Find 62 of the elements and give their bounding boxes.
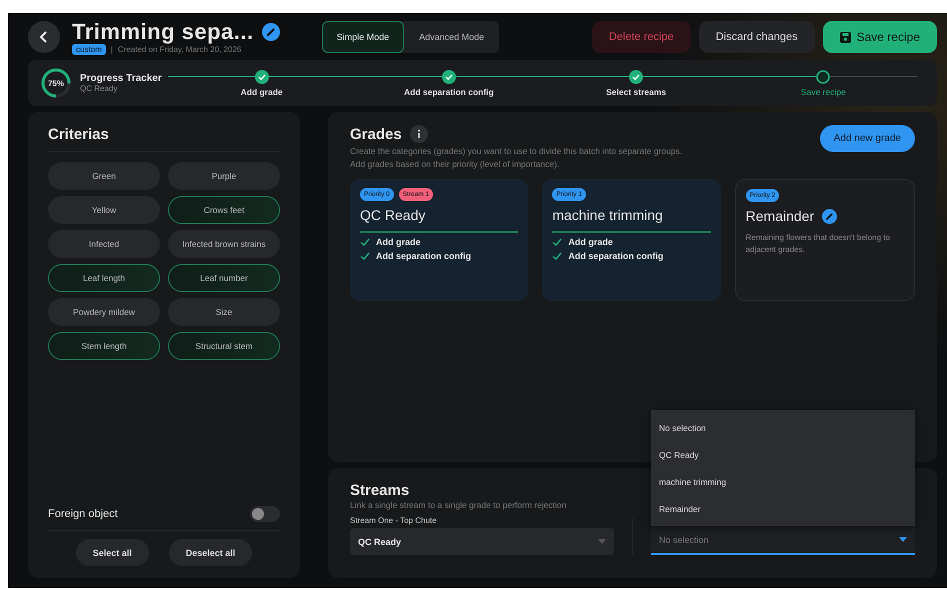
custom-tag: custom — [72, 44, 106, 54]
step-label: Add grade — [240, 86, 283, 96]
select-all-button[interactable]: Select all — [76, 539, 149, 566]
pencil-icon[interactable] — [822, 208, 838, 224]
dropdown-option[interactable]: Remainder — [651, 495, 915, 522]
save-icon — [840, 32, 851, 42]
step-label: Select streams — [606, 86, 666, 96]
criteria-chip[interactable]: Yellow — [48, 196, 160, 224]
dropdown-option[interactable]: machine trimming — [651, 468, 915, 495]
criteria-chip[interactable]: Stem length — [48, 332, 160, 360]
progress-subtitle: QC Ready — [80, 84, 118, 93]
criteria-chip[interactable]: Infected brown strains — [168, 230, 280, 258]
criteria-chip[interactable]: Powdery mildew — [48, 298, 160, 326]
toggle-label: Foreign object — [48, 508, 118, 520]
progress-title: Progress Tracker — [80, 73, 163, 84]
delete-button[interactable]: Delete recipe — [592, 21, 691, 53]
caret-icon — [899, 537, 907, 542]
criteria-chip[interactable]: Leaf length — [48, 264, 160, 292]
check-label: Add grade — [376, 237, 421, 247]
check-icon — [552, 237, 562, 247]
criteria-chip[interactable]: Infected — [48, 230, 160, 258]
dropdown-option[interactable]: No selection — [651, 414, 915, 441]
grade-description: Remaining flowers that doesn't belong to adjacent grades. — [746, 232, 891, 256]
grades-description: Create the categories (grades) you want to use to divide this batch into separate groups. Add grades based on their priority (level of importance). — [350, 145, 684, 171]
grade-name: machine trimming — [552, 207, 663, 223]
criteria-chip[interactable]: Purple — [168, 162, 280, 190]
grade-select[interactable]: QC Ready — [350, 528, 614, 555]
streams-heading: Streams — [350, 482, 410, 499]
dropdown-option[interactable]: QC Ready — [651, 441, 915, 468]
progress-percent: 75% — [46, 78, 65, 88]
step-label: Add separation config — [404, 86, 494, 96]
separator: | — [110, 44, 113, 54]
grades-heading: Grades — [350, 126, 402, 142]
toggle-switch[interactable] — [250, 506, 280, 522]
criteria-chip[interactable]: Size — [168, 298, 280, 326]
grade-name: Remainder — [746, 208, 814, 224]
discard-button[interactable]: Discard changes — [698, 21, 815, 53]
check-label: Add separation config — [568, 251, 664, 261]
step-label: Save recipe — [800, 86, 846, 96]
recipe-title: Trimming sepa... — [72, 20, 254, 44]
criteria-heading: Criterias — [48, 126, 110, 143]
deselect-all-button[interactable]: Deselect all — [168, 539, 252, 566]
criteria-chip[interactable]: Crows feet — [168, 196, 280, 224]
criteria-chip[interactable]: Leaf number — [168, 264, 280, 292]
mode-tab[interactable]: Advanced Mode — [404, 21, 500, 53]
check-label: Add grade — [568, 237, 613, 247]
check-icon — [552, 251, 562, 261]
caret-icon — [598, 539, 606, 544]
pencil-icon[interactable] — [262, 22, 280, 40]
save-button[interactable]: Save recipe — [822, 21, 937, 53]
criteria-chip[interactable]: Green — [48, 162, 160, 190]
grade-name: QC Ready — [360, 207, 426, 223]
grade-select[interactable]: No selection — [651, 526, 915, 555]
info-icon[interactable] — [410, 125, 428, 143]
add-grade-button[interactable]: Add new grade — [820, 125, 915, 152]
back-button[interactable] — [28, 21, 60, 53]
criteria-chip[interactable]: Structural stem — [168, 332, 280, 360]
created-date: Created on Friday, March 20, 2026 — [118, 44, 242, 54]
check-label: Add separation config — [376, 251, 472, 261]
streams-description: Link a single stream to a single grade to perform rejection — [350, 499, 566, 512]
stream-label: Stream One - Top Chute — [350, 516, 438, 525]
mode-tab[interactable]: Simple Mode — [322, 21, 404, 53]
